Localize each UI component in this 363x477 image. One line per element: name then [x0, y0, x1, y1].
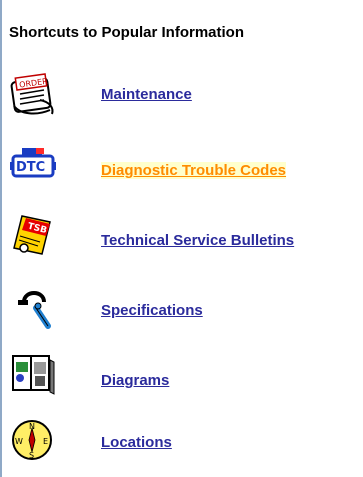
shortcut-diagrams[interactable]: Diagrams [0, 352, 363, 400]
svg-text:W: W [15, 437, 23, 446]
link-diagnostic-trouble-codes[interactable]: Diagnostic Trouble Codes [101, 162, 287, 179]
shortcut-specifications[interactable]: Specifications [0, 284, 363, 332]
tsb-document-icon[interactable]: TSB [10, 212, 56, 260]
svg-text:DTC: DTC [16, 160, 45, 175]
link-technical-service-bulletins[interactable]: Technical Service Bulletins [101, 232, 294, 249]
diagram-book-icon[interactable] [10, 352, 56, 400]
shortcut-diagnostic-trouble-codes[interactable]: DTC Diagnostic Trouble Codes [0, 138, 363, 186]
caliper-wrench-icon[interactable] [10, 284, 56, 332]
link-specifications[interactable]: Specifications [101, 302, 203, 319]
dtc-engine-icon[interactable]: DTC [10, 138, 56, 186]
svg-text:E: E [43, 437, 48, 446]
link-locations[interactable]: Locations [101, 434, 172, 451]
shortcut-maintenance[interactable]: ORDER Maintenance [0, 70, 363, 118]
svg-text:S: S [29, 451, 34, 460]
order-clipboard-icon[interactable]: ORDER [10, 70, 56, 118]
shortcut-locations[interactable]: N S W E Locations [0, 416, 363, 464]
shortcut-technical-service-bulletins[interactable]: TSB Technical Service Bulletins [0, 212, 363, 260]
link-maintenance[interactable]: Maintenance [101, 86, 192, 103]
link-diagrams[interactable]: Diagrams [101, 372, 169, 389]
section-heading: Shortcuts to Popular Information [9, 24, 244, 41]
compass-icon[interactable]: N S W E [10, 416, 56, 464]
